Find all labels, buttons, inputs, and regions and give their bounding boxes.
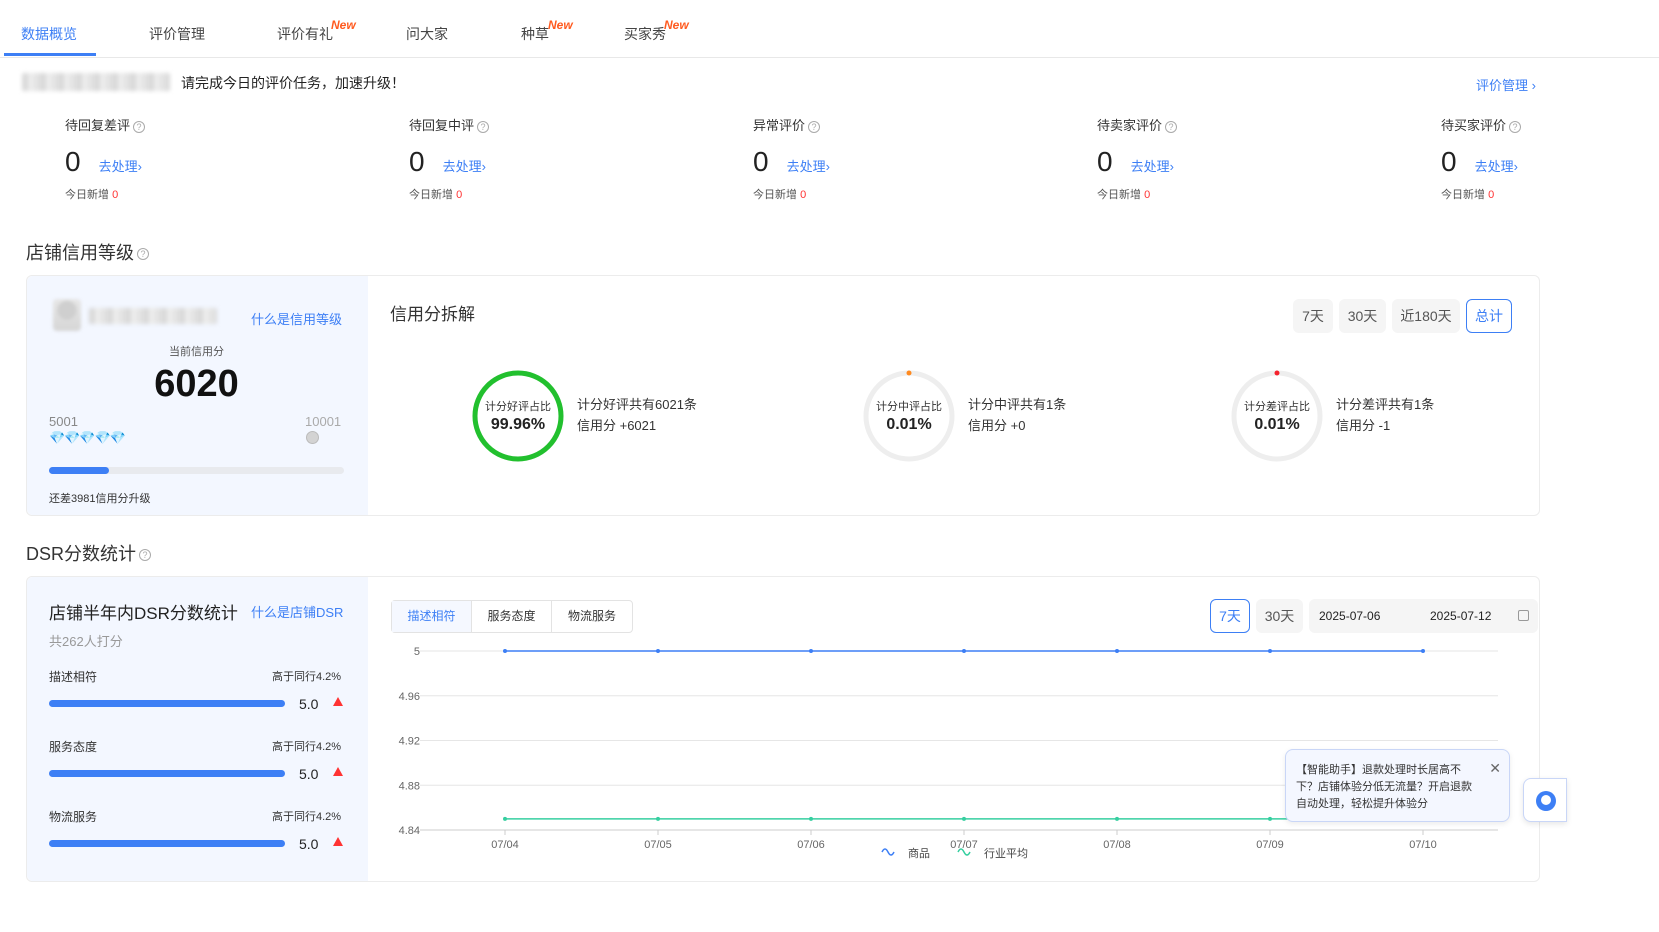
dsr-item-compare: 高于同行4.2%	[272, 741, 342, 753]
legend-label: 商品	[908, 846, 930, 860]
data-point	[503, 649, 507, 653]
ring-label: 计分好评占比	[485, 401, 551, 413]
up-arrow-icon	[333, 697, 343, 706]
date-range-picker[interactable]: 2025-07-06 2025-07-12	[1309, 599, 1538, 633]
ring-value: 0.01%	[886, 416, 932, 433]
y-tick-label: 4.92	[399, 736, 420, 748]
dsr-item-label: 服务态度	[49, 740, 98, 754]
y-tick-label: 4.84	[399, 825, 420, 837]
calendar-icon	[1518, 610, 1529, 621]
x-tick-label: 07/08	[1103, 839, 1131, 851]
y-tick-label: 4.96	[399, 691, 420, 703]
subtab-service[interactable]: 服务态度	[472, 601, 552, 632]
ring-desc: 计分差评共有1条 信用分 -1	[1336, 397, 1435, 433]
data-point	[809, 649, 813, 653]
ring-value: 0.01%	[1254, 416, 1300, 433]
dsr-bar-fill	[49, 770, 285, 777]
x-tick-label: 07/04	[491, 839, 519, 851]
data-point	[1115, 649, 1119, 653]
data-point	[656, 816, 660, 821]
dsr-section-title: DSR分数统计?	[26, 540, 152, 566]
dsr-item-score: 5.0	[299, 696, 319, 712]
dsr-subtabs: 描述相符 服务态度 物流服务	[391, 600, 633, 633]
dsr-bar-fill	[49, 700, 285, 707]
subtab-logistics[interactable]: 物流服务	[552, 601, 632, 632]
x-tick-label: 07/07	[950, 839, 978, 851]
dsr-period-7d-button[interactable]: 7天	[1210, 599, 1250, 633]
ring-label: 计分中评占比	[876, 401, 942, 413]
dsr-panel-title: 店铺半年内DSR分数统计	[49, 604, 238, 623]
data-point	[1115, 816, 1119, 821]
assistant-icon	[1536, 791, 1556, 811]
ring-desc: 计分好评共有6021条 信用分 +6021	[577, 397, 697, 433]
assistant-toast[interactable]: 【智能助手】退款处理时长居高不下？店铺体验分低无流量？开启退款自动处理，轻松提升…	[1285, 749, 1510, 822]
data-point	[503, 816, 507, 821]
x-tick-label: 07/05	[644, 839, 672, 851]
assistant-toast-text: 【智能助手】退款处理时长居高不下？店铺体验分低无流量？开启退款自动处理，轻松提升…	[1296, 764, 1472, 810]
date-start: 2025-07-06	[1319, 609, 1381, 623]
dsr-bar-fill	[49, 840, 285, 847]
data-point	[962, 649, 966, 653]
ring-desc: 计分中评共有1条 信用分 +0	[968, 397, 1067, 433]
ring-label: 计分差评占比	[1244, 401, 1310, 413]
ring-dot	[906, 370, 912, 376]
dsr-period-30d-button[interactable]: 30天	[1256, 599, 1303, 633]
x-tick-label: 07/10	[1409, 839, 1437, 851]
dsr-item-score: 5.0	[299, 836, 319, 852]
y-tick-label: 4.88	[399, 780, 420, 792]
neutral-review-ring	[863, 370, 955, 462]
subtab-description[interactable]: 描述相符	[392, 601, 472, 632]
dsr-item-label: 物流服务	[49, 810, 98, 824]
x-tick-label: 07/06	[797, 839, 825, 851]
bad-review-ring	[1231, 370, 1323, 462]
ring-value: 99.96%	[490, 416, 546, 433]
up-arrow-icon	[333, 837, 343, 846]
data-point	[1268, 816, 1272, 821]
help-icon[interactable]: ?	[139, 549, 152, 562]
y-tick-label: 5	[414, 646, 420, 658]
dsr-item-compare: 高于同行4.2%	[272, 671, 342, 683]
close-icon[interactable]: ✕	[1489, 760, 1501, 777]
date-end: 2025-07-12	[1430, 609, 1492, 623]
data-point	[1268, 649, 1272, 653]
data-point	[1421, 649, 1425, 653]
data-point	[656, 649, 660, 653]
rater-count: 共262人打分	[49, 634, 123, 649]
up-arrow-icon	[333, 767, 343, 776]
dsr-item-score: 5.0	[299, 766, 319, 782]
dsr-item-compare: 高于同行4.2%	[272, 811, 342, 823]
legend-marker	[881, 848, 895, 856]
assistant-float-button[interactable]	[1523, 778, 1567, 822]
data-point	[809, 816, 813, 821]
dsr-item-label: 描述相符	[49, 670, 98, 684]
legend-label: 行业平均	[984, 847, 1028, 860]
ring-dot	[1274, 370, 1280, 376]
what-is-dsr-link[interactable]: 什么是店铺DSR	[251, 602, 343, 621]
x-tick-label: 07/09	[1256, 839, 1284, 851]
data-point	[962, 816, 966, 821]
